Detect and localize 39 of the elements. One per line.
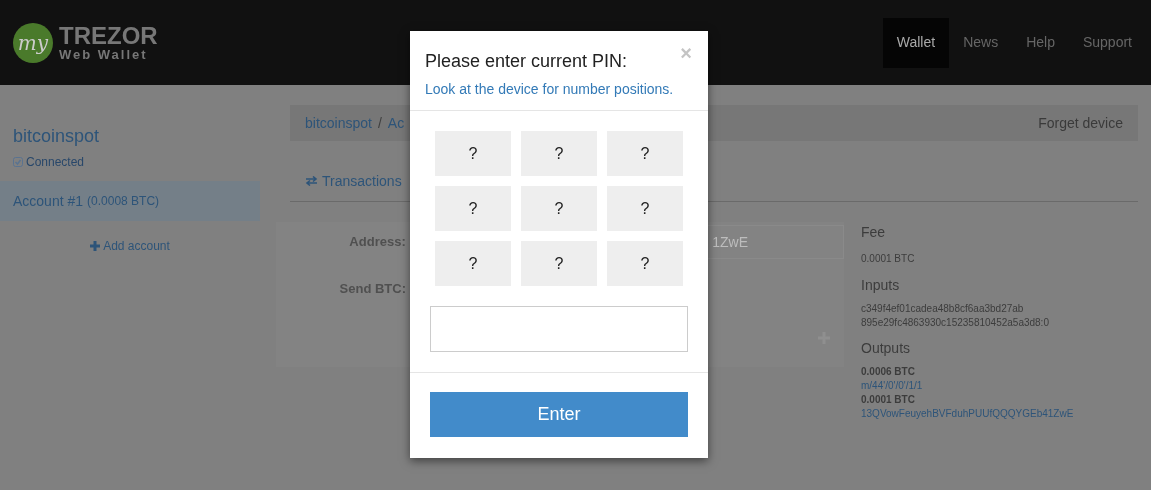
logo-subtitle: Web Wallet <box>59 48 149 61</box>
plus-icon <box>90 241 101 251</box>
pin-key[interactable]: ? <box>607 186 683 231</box>
outputs-title: Outputs <box>861 339 912 358</box>
fee-value: 0.0001 BTC <box>861 252 916 266</box>
dialog-title: Please enter current PIN: <box>425 50 628 73</box>
input-hash: c349f4ef01cadea48b8cf6aa3bd27ab <box>861 302 1025 316</box>
output-amount: 0.0001 BTC <box>861 393 916 407</box>
device-name: bitcoinspot <box>13 125 101 148</box>
output-address: 13QVowFeuyehBVFduhPUUfQQQYGEb41ZwE <box>861 407 1074 421</box>
pin-key[interactable]: ? <box>521 241 597 286</box>
forget-device-link[interactable]: Forget device <box>1038 112 1123 134</box>
enter-button[interactable]: Enter <box>430 392 688 437</box>
tab[interactable]: Transactions <box>290 161 417 201</box>
add-account-link[interactable]: Add account <box>90 237 170 255</box>
pin-key[interactable]: ? <box>435 241 511 286</box>
input-hash: 895e29fc4863930c15235810452a5a3d8:0 <box>861 316 1050 330</box>
nav-link[interactable]: News <box>949 17 1013 68</box>
logo-title: TREZOR <box>59 24 158 48</box>
dialog-subtitle: Look at the device for number positions. <box>425 80 675 99</box>
account-item[interactable]: Account #1 (0.0008 BTC) <box>0 181 260 221</box>
fee-title: Fee <box>861 223 887 242</box>
nav-link[interactable]: Wallet <box>882 17 950 68</box>
nav-link[interactable]: Help <box>1012 17 1069 68</box>
output-address: m/44'/0'/0'/1/1 <box>861 379 924 393</box>
checkbox-icon <box>13 157 23 167</box>
nav-link[interactable]: Support <box>1068 17 1146 68</box>
pin-key[interactable]: ? <box>521 131 597 176</box>
pin-key[interactable]: ? <box>607 241 683 286</box>
status-text: Connected <box>26 154 85 171</box>
pin-key[interactable]: ? <box>435 186 511 231</box>
pin-key[interactable]: ? <box>521 186 597 231</box>
output-amount: 0.0006 BTC <box>861 365 916 379</box>
pin-key[interactable]: ? <box>607 131 683 176</box>
breadcrumb-separator: / <box>377 113 382 133</box>
pin-field[interactable] <box>430 306 688 352</box>
pin-key[interactable]: ? <box>435 131 511 176</box>
swap-arrows-icon <box>305 176 318 186</box>
inputs-title: Inputs <box>861 276 901 295</box>
